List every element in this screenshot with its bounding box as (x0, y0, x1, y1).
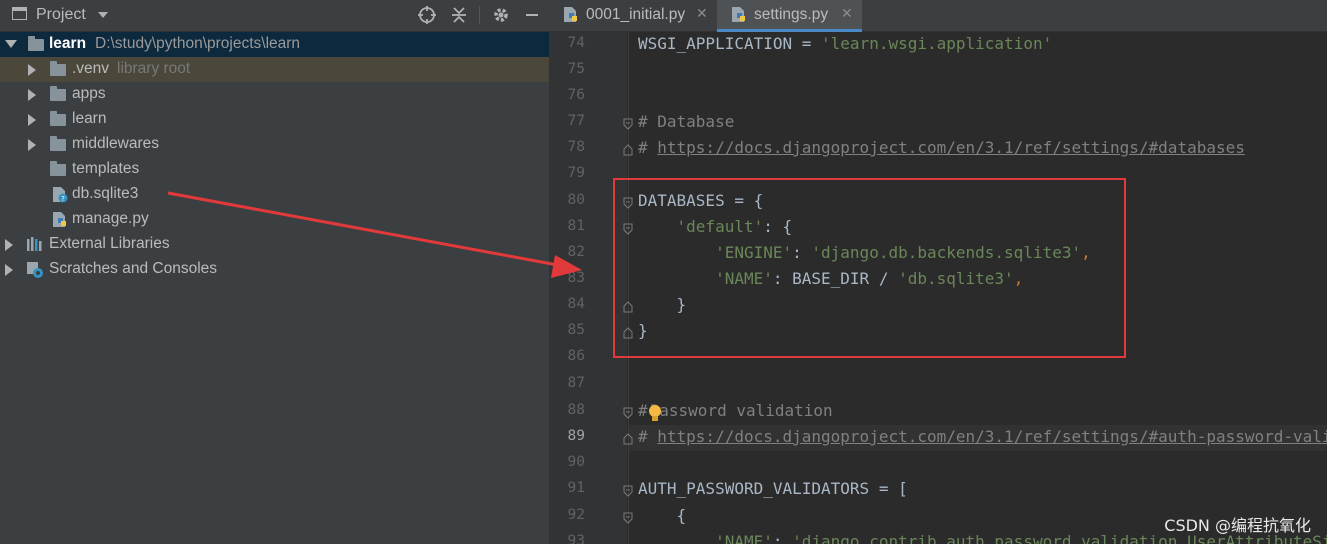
annotation-arrow-icon (167, 191, 582, 278)
watermark: CSDN @编程抗氧化 (1164, 516, 1311, 535)
ide-window: Project learn D:\study\python\projects\l… (0, 0, 1327, 544)
